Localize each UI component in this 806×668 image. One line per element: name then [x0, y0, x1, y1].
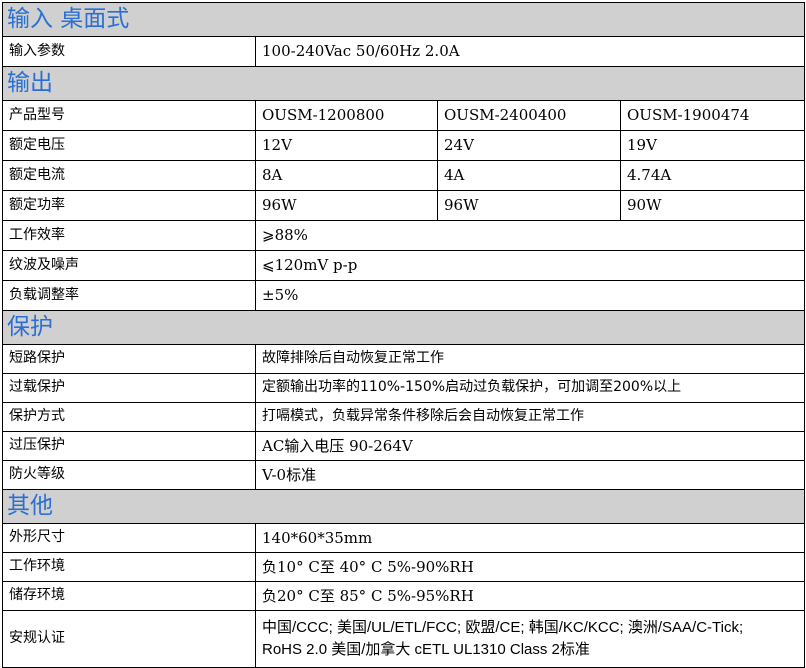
power-label: 额定功率: [2, 190, 256, 221]
fire-rating-value: V-0标准: [255, 460, 805, 490]
model-label: 产品型号: [2, 100, 256, 131]
section-output-title: 输出: [2, 66, 805, 101]
current-value-2: 4A: [437, 160, 621, 191]
voltage-value-1: 12V: [255, 130, 438, 161]
overload-label: 过载保护: [2, 373, 256, 403]
load-regulation-value: ±5%: [255, 280, 805, 311]
certification-line-1: 中国/CCC; 美国/UL/ETL/FCC; 欧盟/CE; 韩国/KC/KCC;…: [262, 619, 744, 636]
certification-row: 安规认证 中国/CCC; 美国/UL/ETL/FCC; 欧盟/CE; 韩国/KC…: [2, 610, 805, 668]
current-label: 额定电流: [2, 160, 256, 191]
current-value-1: 8A: [255, 160, 438, 191]
model-value-3: OUSM-1900474: [620, 100, 805, 131]
work-env-row: 工作环境 负10° C至 40° C 5%-90%RH: [2, 552, 805, 582]
fire-rating-row: 防火等级 V-0标准: [2, 460, 805, 490]
section-other-row: 其他: [2, 489, 805, 524]
section-input-row: 输入 桌面式: [2, 2, 805, 37]
dimensions-value: 140*60*35mm: [255, 523, 805, 553]
efficiency-row: 工作效率 ⩾88%: [2, 220, 805, 251]
power-row: 额定功率 96W 96W 90W: [2, 190, 805, 221]
efficiency-label: 工作效率: [2, 220, 256, 251]
protection-mode-value: 打嗝模式，负载异常条件移除后会自动恢复正常工作: [255, 402, 805, 432]
section-other-title: 其他: [2, 489, 805, 524]
load-regulation-label: 负载调整率: [2, 280, 256, 311]
fire-rating-label: 防火等级: [2, 460, 256, 490]
power-value-1: 96W: [255, 190, 438, 221]
work-env-label: 工作环境: [2, 552, 256, 582]
voltage-value-2: 24V: [437, 130, 621, 161]
storage-env-value: 负20° C至 85° C 5%-95%RH: [255, 581, 805, 611]
section-input-title: 输入 桌面式: [2, 2, 805, 37]
current-row: 额定电流 8A 4A 4.74A: [2, 160, 805, 191]
short-circuit-label: 短路保护: [2, 344, 256, 374]
efficiency-value: ⩾88%: [255, 220, 805, 251]
protection-mode-row: 保护方式 打嗝模式，负载异常条件移除后会自动恢复正常工作: [2, 402, 805, 432]
power-value-3: 90W: [620, 190, 805, 221]
storage-env-label: 储存环境: [2, 581, 256, 611]
short-circuit-row: 短路保护 故障排除后自动恢复正常工作: [2, 344, 805, 374]
ripple-label: 纹波及噪声: [2, 250, 256, 281]
spec-table: 输入 桌面式 输入参数 100-240Vac 50/60Hz 2.0A 输出 产…: [2, 2, 805, 668]
certification-label: 安规认证: [2, 610, 256, 668]
model-row: 产品型号 OUSM-1200800 OUSM-2400400 OUSM-1900…: [2, 100, 805, 131]
overvoltage-label: 过压保护: [2, 431, 256, 461]
overvoltage-value: AC输入电压 90-264V: [255, 431, 805, 461]
model-value-2: OUSM-2400400: [437, 100, 621, 131]
current-value-3: 4.74A: [620, 160, 805, 191]
work-env-value: 负10° C至 40° C 5%-90%RH: [255, 552, 805, 582]
ripple-value: ⩽120mV p-p: [255, 250, 805, 281]
dimensions-label: 外形尺寸: [2, 523, 256, 553]
overload-value: 定额输出功率的110%-150%启动过负载保护，可加调至200%以上: [255, 373, 805, 403]
certification-value: 中国/CCC; 美国/UL/ETL/FCC; 欧盟/CE; 韩国/KC/KCC;…: [255, 610, 805, 668]
input-params-row: 输入参数 100-240Vac 50/60Hz 2.0A: [2, 36, 805, 67]
load-regulation-row: 负载调整率 ±5%: [2, 280, 805, 311]
power-value-2: 96W: [437, 190, 621, 221]
section-protection-title: 保护: [2, 310, 805, 345]
voltage-label: 额定电压: [2, 130, 256, 161]
section-output-row: 输出: [2, 66, 805, 101]
overload-row: 过载保护 定额输出功率的110%-150%启动过负载保护，可加调至200%以上: [2, 373, 805, 403]
model-value-1: OUSM-1200800: [255, 100, 438, 131]
input-params-label: 输入参数: [2, 36, 256, 67]
voltage-value-3: 19V: [620, 130, 805, 161]
input-params-value: 100-240Vac 50/60Hz 2.0A: [255, 36, 805, 67]
ripple-row: 纹波及噪声 ⩽120mV p-p: [2, 250, 805, 281]
protection-mode-label: 保护方式: [2, 402, 256, 432]
short-circuit-value: 故障排除后自动恢复正常工作: [255, 344, 805, 374]
dimensions-row: 外形尺寸 140*60*35mm: [2, 523, 805, 553]
voltage-row: 额定电压 12V 24V 19V: [2, 130, 805, 161]
section-protection-row: 保护: [2, 310, 805, 345]
certification-line-2: RoHS 2.0 美国/加拿大 cETL UL1310 Class 2标准: [262, 641, 590, 658]
overvoltage-row: 过压保护 AC输入电压 90-264V: [2, 431, 805, 461]
storage-env-row: 储存环境 负20° C至 85° C 5%-95%RH: [2, 581, 805, 611]
